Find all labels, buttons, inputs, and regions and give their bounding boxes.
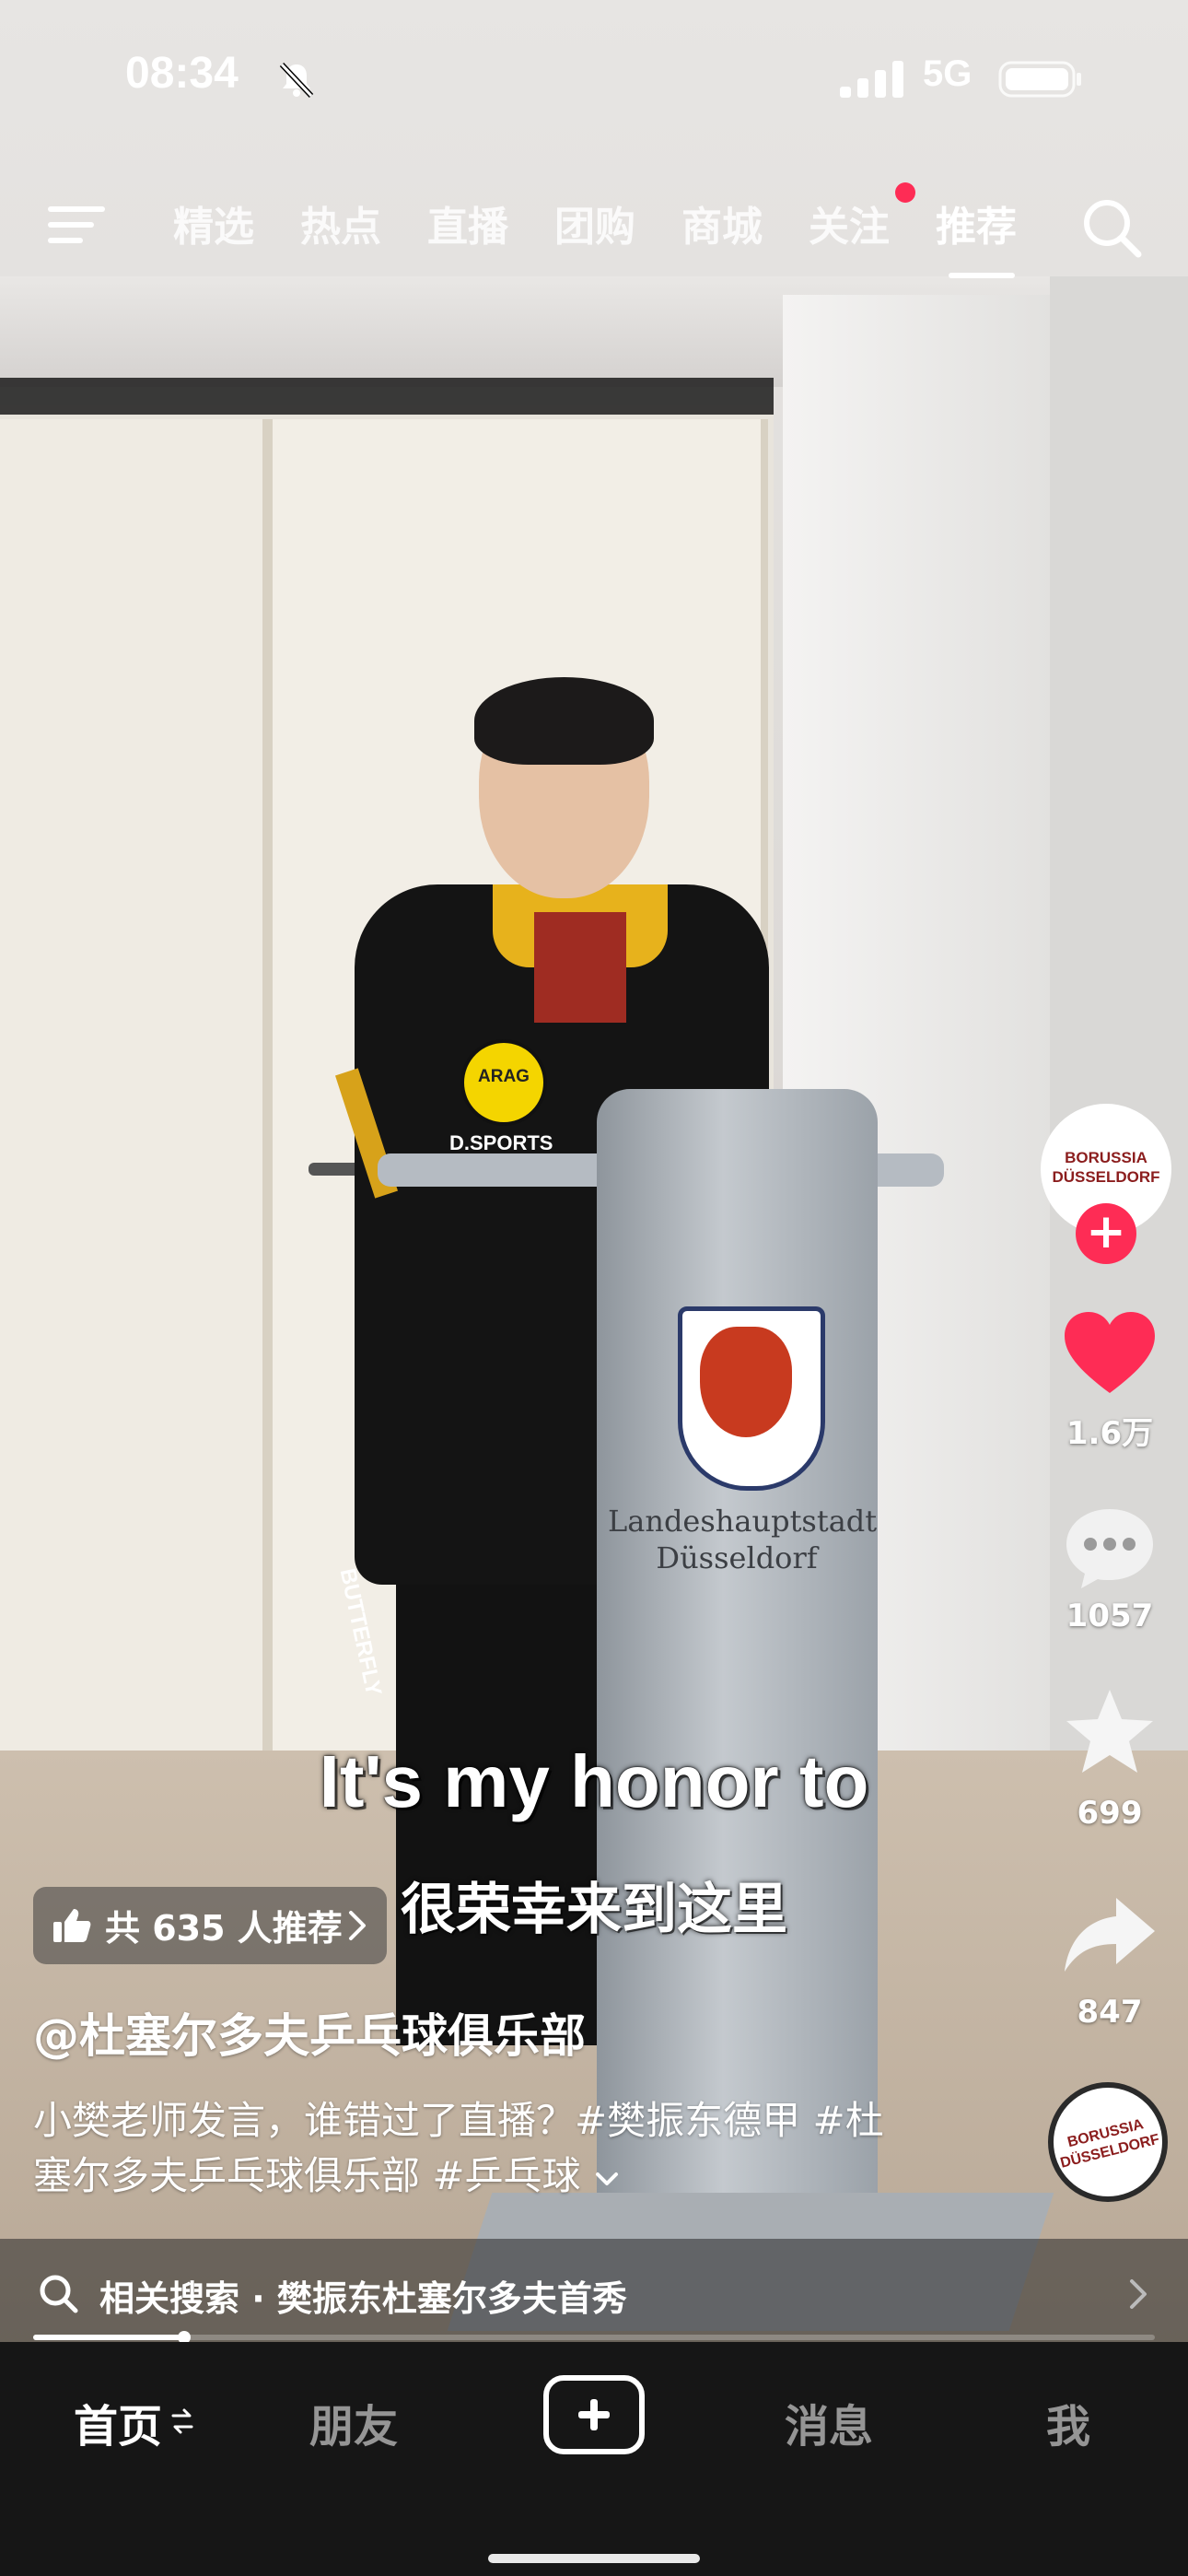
battery-icon <box>998 61 1081 98</box>
home-indicator <box>488 2554 700 2563</box>
recommend-chip-text: 共 635 人推荐 <box>105 1908 343 1949</box>
music-disc[interactable]: BORUSSIA DÜSSELDORF <box>1048 2082 1168 2202</box>
tab-recommended[interactable]: 推荐 <box>936 193 1017 252</box>
jersey-sponsor-text: D.SPORTS <box>449 1131 553 1154</box>
tab-live[interactable]: 直播 <box>427 193 508 252</box>
avatar-logo-text: BORUSSIA DÜSSELDORF <box>1044 1148 1168 1187</box>
refresh-icon[interactable] <box>169 2403 195 2440</box>
sponsor-badge-text: ARAG <box>478 1067 530 1086</box>
network-type: 5G <box>923 53 973 94</box>
related-chevron-right-icon <box>1130 2279 1147 2309</box>
search-icon[interactable] <box>1079 195 1144 260</box>
chevron-right-icon <box>349 1911 366 1940</box>
description-line1: 小樊老师发言，谁错过了直播？#樊振东德甲 #杜 <box>33 2098 884 2143</box>
mute-icon <box>279 62 314 99</box>
chevron-down-icon[interactable] <box>593 2168 621 2190</box>
video-beam <box>0 378 774 415</box>
heart-icon[interactable] <box>1059 1308 1160 1400</box>
related-search-query: 樊振东杜塞尔多夫首秀 <box>276 2278 627 2319</box>
speaker-hair <box>474 677 654 765</box>
lectern-text-line2: Düsseldorf <box>656 1540 818 1575</box>
status-bar: 08:34 5G <box>0 0 1188 166</box>
video-progress-fill <box>33 2335 185 2340</box>
following-notification-dot <box>895 182 915 203</box>
app-screen: ARAG D.SPORTS BUTTERFLY Landeshauptstadt… <box>0 0 1188 2576</box>
lectern-text-line1: Landeshauptstadt <box>608 1504 878 1539</box>
tab-featured[interactable]: 精选 <box>173 193 254 252</box>
nav-me[interactable]: 我 <box>1046 2390 1090 2454</box>
follow-button[interactable]: + <box>1076 1203 1136 1264</box>
active-tab-indicator <box>949 273 1015 278</box>
post-description[interactable]: 小樊老师发言，谁错过了直播？#樊振东德甲 #杜 塞尔多夫乒乓球俱乐部 #乒乓球 <box>33 2093 936 2204</box>
status-time: 08:34 <box>125 49 239 98</box>
plus-icon: + <box>1086 1204 1126 1259</box>
sponsor-badge: ARAG <box>460 1039 547 1126</box>
nav-friends[interactable]: 朋友 <box>309 2390 398 2454</box>
description-line2: 塞尔多夫乒乓球俱乐部 #乒乓球 <box>33 2153 581 2198</box>
video-progress-bar[interactable] <box>33 2331 1155 2344</box>
thumb-up-icon <box>53 1909 91 1942</box>
video-player[interactable]: ARAG D.SPORTS BUTTERFLY Landeshauptstadt… <box>0 0 1188 2342</box>
tab-following[interactable]: 关注 <box>809 193 890 252</box>
related-search-icon <box>40 2275 78 2313</box>
add-post-button[interactable] <box>543 2375 645 2454</box>
video-door-left <box>0 419 268 1755</box>
tab-group-buy[interactable]: 团购 <box>554 193 635 252</box>
plus-icon <box>578 2399 610 2430</box>
like-count: 1.6万 <box>1066 1415 1154 1452</box>
comment-icon[interactable] <box>1059 1502 1160 1594</box>
lectern <box>597 1089 878 2213</box>
menu-icon[interactable] <box>48 203 105 247</box>
comment-count: 1057 <box>1066 1598 1154 1634</box>
avatar-logo-line1: BORUSSIA <box>1065 1149 1147 1166</box>
avatar-logo-line2: DÜSSELDORF <box>1052 1168 1160 1186</box>
related-search-separator: · <box>251 2278 265 2319</box>
tab-mall[interactable]: 商城 <box>681 193 763 252</box>
related-search-label: 相关搜索 <box>99 2278 240 2319</box>
nav-home[interactable]: 首页 <box>74 2390 162 2454</box>
share-count: 847 <box>1077 1994 1143 2031</box>
speaker-shirt <box>534 912 626 1023</box>
music-disc-logo: BORUSSIA DÜSSELDORF <box>1051 2112 1165 2173</box>
nav-messages[interactable]: 消息 <box>785 2390 873 2454</box>
signal-icon <box>840 61 903 98</box>
related-search-text: 相关搜索 · 樊振东杜塞尔多夫首秀 <box>99 2270 627 2321</box>
crest-lion <box>700 1327 792 1437</box>
tab-trending[interactable]: 热点 <box>300 193 381 252</box>
caption-english: It's my honor to <box>319 1740 869 1822</box>
author-name[interactable]: @杜塞尔多夫乒乓球俱乐部 <box>33 1999 586 2066</box>
